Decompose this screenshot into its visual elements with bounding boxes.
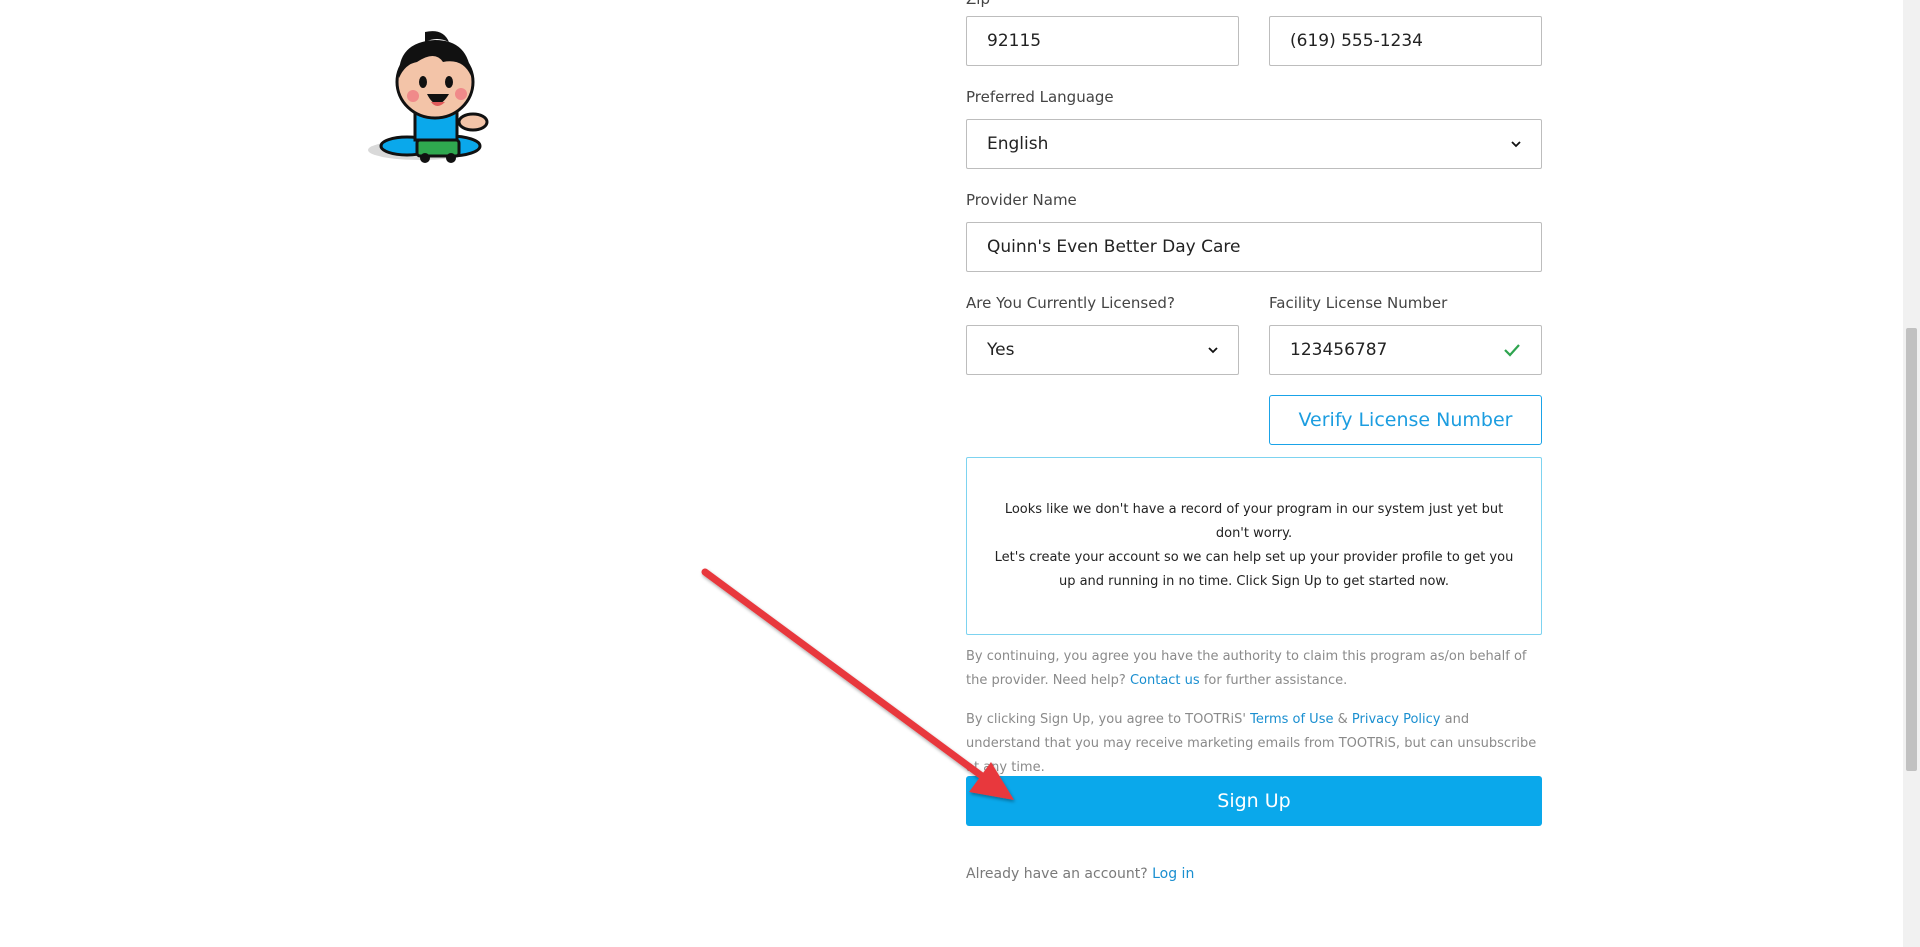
no-record-notice: Looks like we don't have a record of you…	[966, 457, 1542, 635]
login-prompt: Already have an account? Log in	[966, 866, 1194, 882]
license-number-value: 123456787	[1290, 340, 1388, 360]
phone-value: (619) 555-1234	[1290, 31, 1423, 51]
licensed-label: Are You Currently Licensed?	[966, 294, 1175, 312]
privacy-policy-link[interactable]: Privacy Policy	[1352, 712, 1441, 727]
chevron-down-icon	[1511, 141, 1521, 148]
license-number-input[interactable]: 123456787	[1269, 325, 1542, 375]
licensed-value: Yes	[987, 340, 1015, 360]
notice-line-2: Let's create your account so we can help…	[994, 550, 1514, 589]
zip-input[interactable]: 92115	[966, 16, 1239, 66]
page: Zip 92115 (619) 555-1234 Preferred Langu…	[0, 0, 1920, 947]
provider-name-value: Quinn's Even Better Day Care	[987, 237, 1241, 257]
authority-disclaimer: By continuing, you agree you have the au…	[966, 645, 1542, 693]
authority-text-after: for further assistance.	[1199, 673, 1348, 688]
log-in-link[interactable]: Log in	[1152, 866, 1194, 882]
verify-license-button[interactable]: Verify License Number	[1269, 395, 1542, 445]
phone-input[interactable]: (619) 555-1234	[1269, 16, 1542, 66]
provider-name-label: Provider Name	[966, 191, 1077, 209]
check-icon	[1504, 344, 1520, 357]
notice-line-1: Looks like we don't have a record of you…	[1004, 502, 1504, 541]
chevron-down-icon	[1208, 347, 1218, 354]
contact-us-link[interactable]: Contact us	[1130, 673, 1200, 688]
licensed-select[interactable]: Yes	[966, 325, 1239, 375]
zip-value: 92115	[987, 31, 1042, 51]
mascot-illustration	[368, 31, 489, 163]
terms-amp: &	[1333, 712, 1352, 727]
terms-text-before: By clicking Sign Up, you agree to TOOTRi…	[966, 712, 1251, 727]
page-scrollbar-thumb[interactable]	[1906, 328, 1917, 771]
provider-name-input[interactable]: Quinn's Even Better Day Care	[966, 222, 1542, 272]
preferred-language-label: Preferred Language	[966, 88, 1114, 106]
zip-field-label-cut: Zip	[966, 0, 990, 8]
sign-up-button[interactable]: Sign Up	[966, 776, 1542, 826]
login-prompt-text: Already have an account?	[966, 866, 1153, 882]
license-number-label: Facility License Number	[1269, 294, 1448, 312]
preferred-language-value: English	[987, 134, 1049, 154]
terms-of-use-link[interactable]: Terms of Use	[1250, 712, 1333, 727]
preferred-language-select[interactable]: English	[966, 119, 1542, 169]
terms-disclaimer: By clicking Sign Up, you agree to TOOTRi…	[966, 708, 1542, 780]
